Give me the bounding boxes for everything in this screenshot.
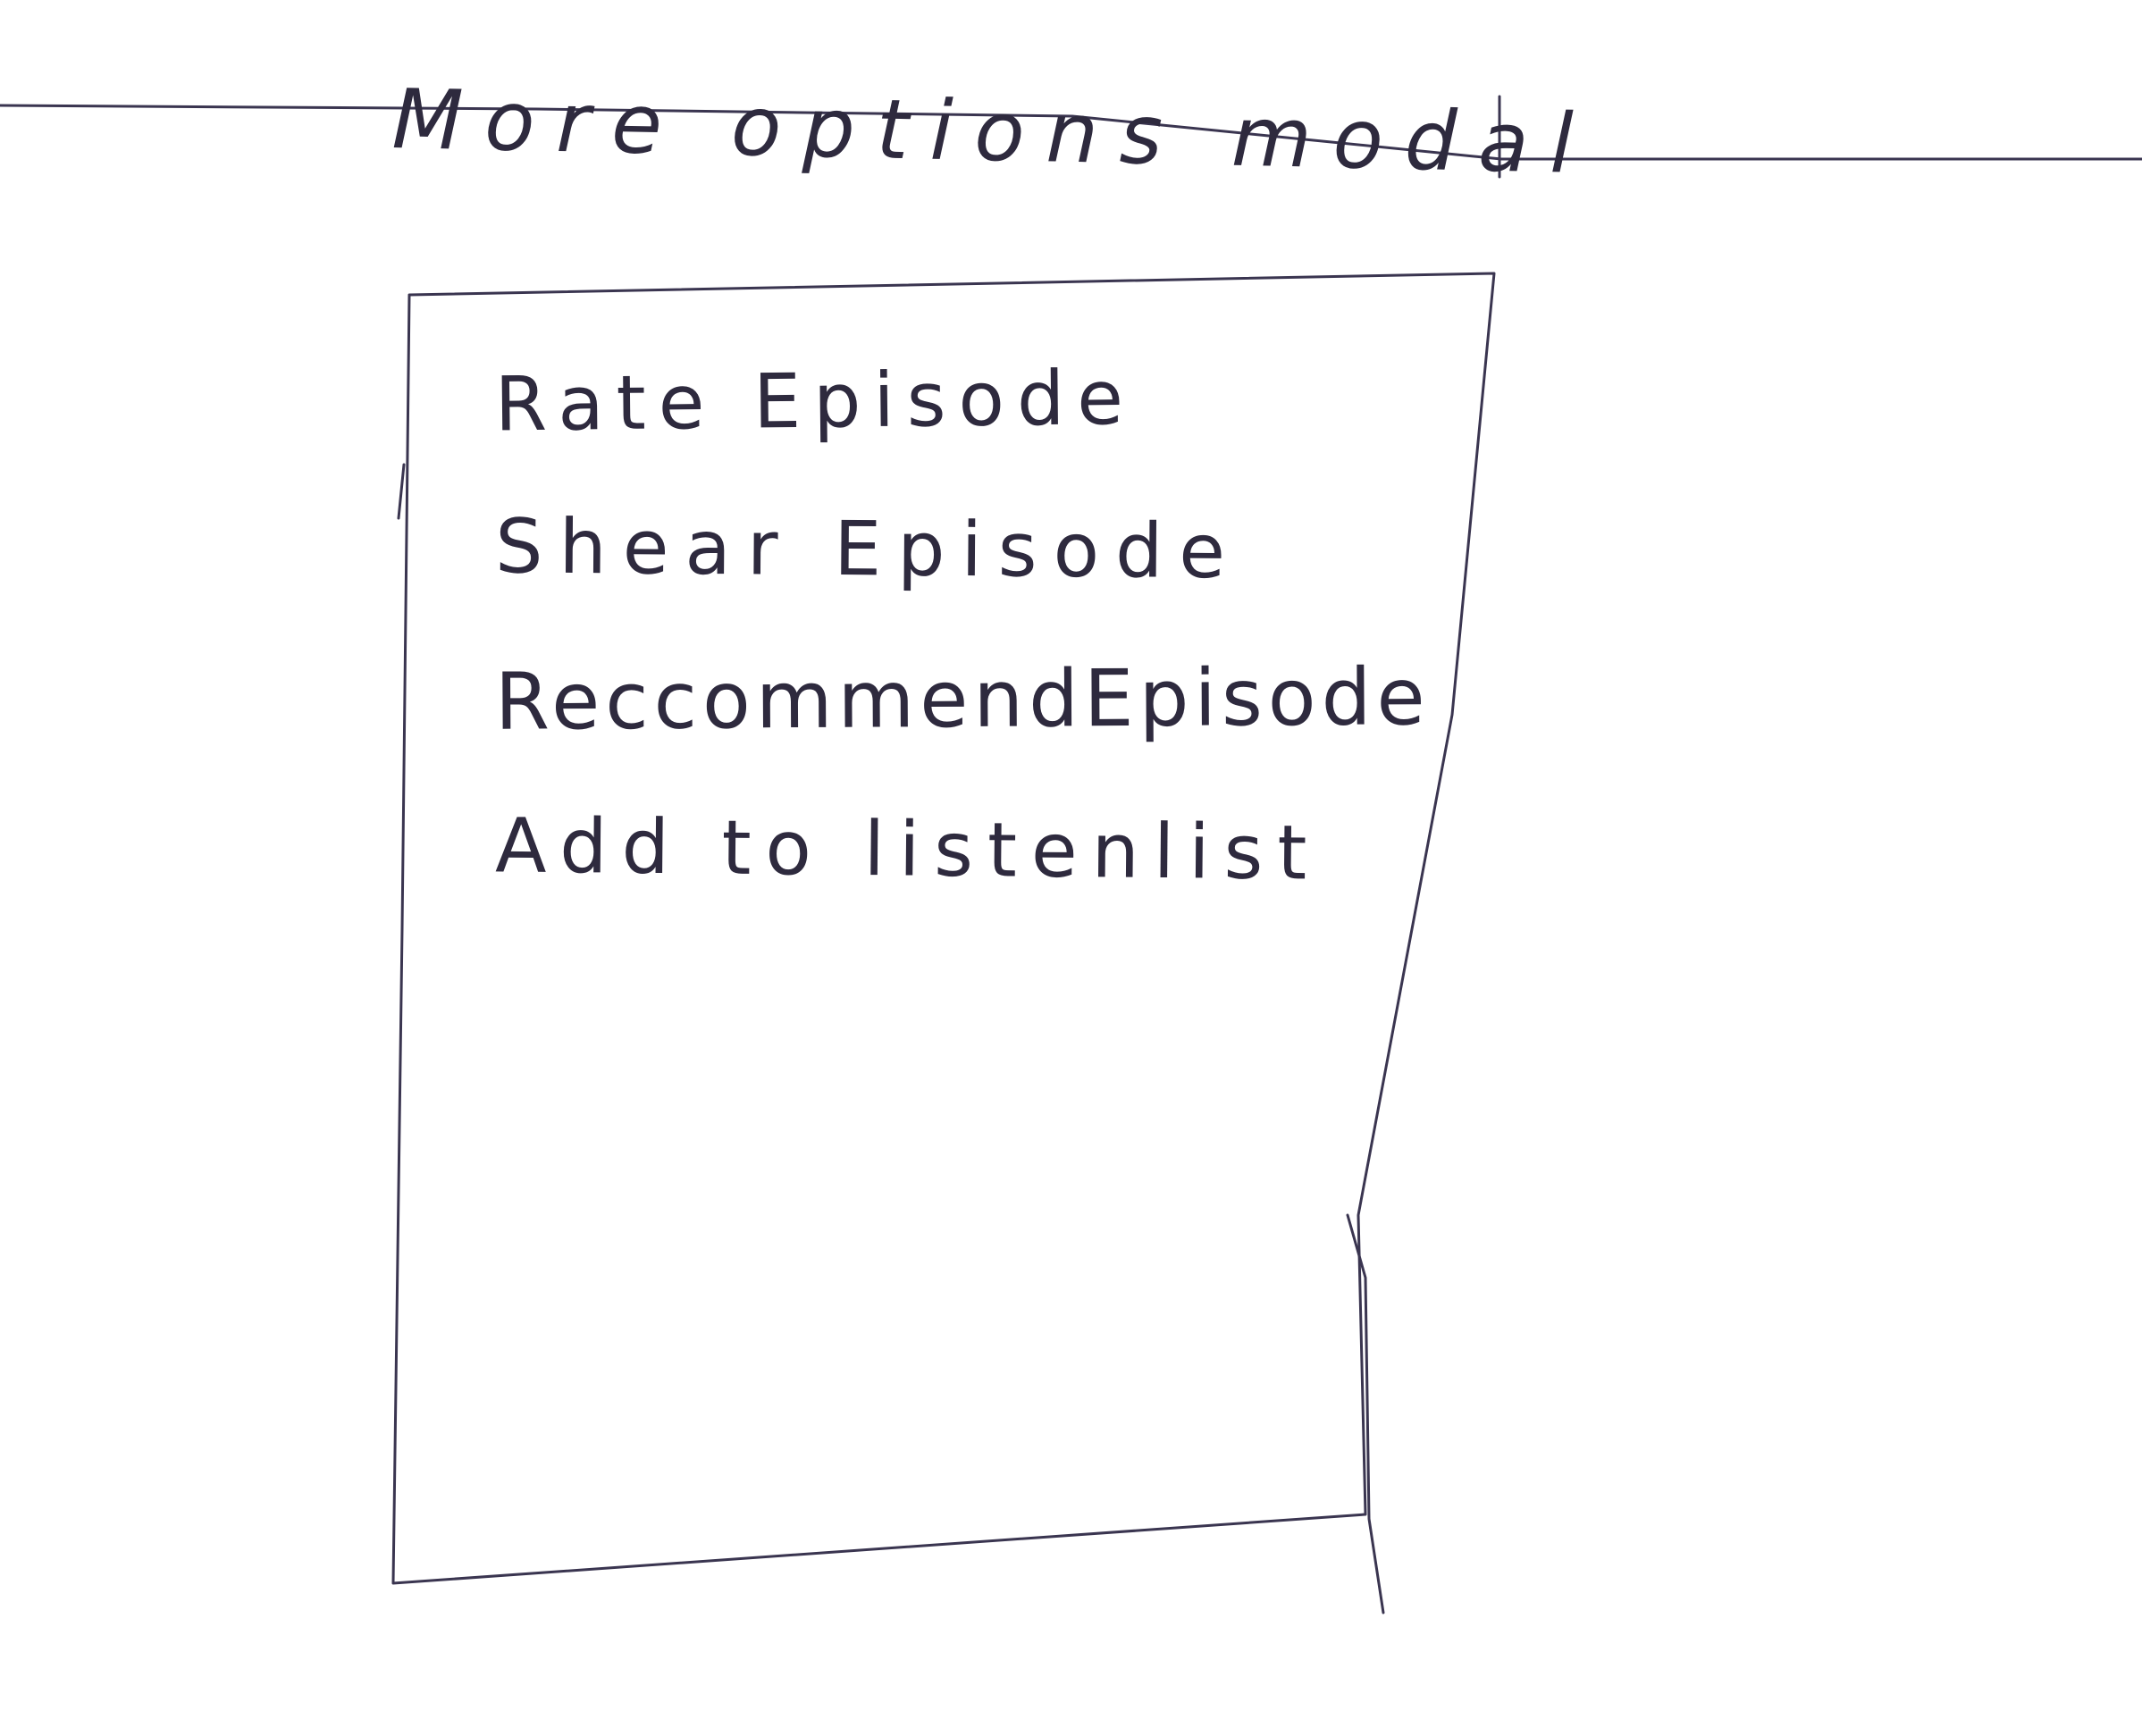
menu-item-share-episode[interactable]: Shear Episode: [494, 497, 1431, 653]
menu-item-rate-episode[interactable]: Rate Episode: [494, 346, 1431, 506]
more-options-modal: Rate Episode Shear Episode ReccommendEpi…: [411, 295, 1483, 1546]
modal-left-tick: [397, 463, 406, 520]
menu-item-add-to-listenlist[interactable]: Add to listenlist: [494, 796, 1431, 954]
options-menu: Rate Episode Shear Episode ReccommendEpi…: [494, 350, 1432, 954]
menu-item-recommend-episode[interactable]: ReccommendEpisode: [495, 648, 1432, 802]
